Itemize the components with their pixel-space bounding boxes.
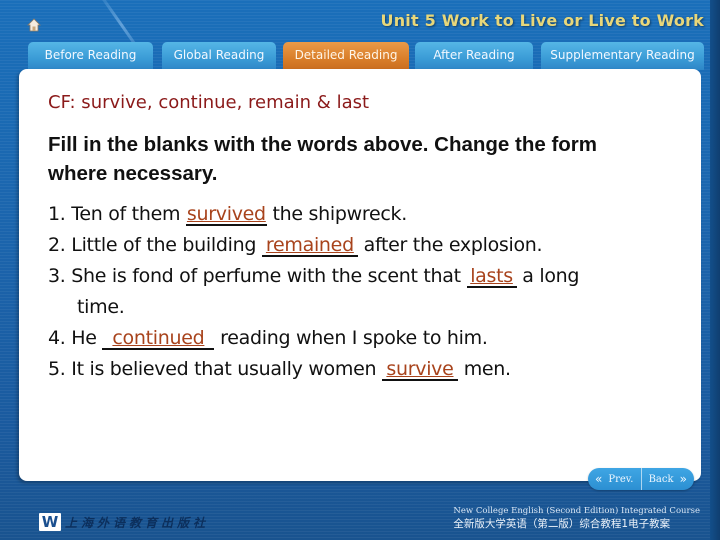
tab-supplementary-reading[interactable]: Supplementary Reading [541, 42, 704, 70]
item-number: 4. [48, 327, 66, 349]
exercise-item-5: 5. It is believed that usually women sur… [48, 354, 688, 385]
course-title-cn: 全新版大学英语（第二版）综合教程1电子教案 [453, 518, 671, 530]
w-logo-icon: W [39, 513, 61, 531]
section-tabs: Before Reading Global Reading Detailed R… [0, 42, 720, 70]
item-number: 3. [48, 265, 66, 287]
answer-text: survived [186, 203, 266, 225]
exercise-item-4: 4. He continued reading when I spoke to … [48, 323, 688, 354]
double-chevron-right-icon: » [679, 472, 687, 486]
cf-title: CF: survive, continue, remain & last [48, 92, 370, 113]
course-title-en: New College English (Second Edition) Int… [453, 506, 700, 516]
answer-blank[interactable]: lasts [466, 265, 517, 288]
item-text-before: He [71, 327, 103, 349]
right-rail [710, 0, 720, 540]
unit-title: Unit 5 Work to Live or Live to Work [380, 11, 704, 30]
tab-global-reading[interactable]: Global Reading [162, 42, 276, 70]
exercise-item-3-continuation: time. [77, 296, 125, 318]
instruction-text: Fill in the blanks with the words above.… [48, 133, 598, 185]
item-number: 5. [48, 358, 66, 380]
back-label: Back [648, 473, 674, 485]
item-number: 1. [48, 203, 66, 225]
answer-text: lasts [470, 265, 513, 287]
answer-blank[interactable]: survive [381, 358, 458, 381]
tab-after-reading[interactable]: After Reading [415, 42, 533, 70]
navigation-buttons: « Prev. Back » [588, 468, 694, 490]
double-chevron-left-icon: « [595, 472, 603, 486]
prev-label: Prev. [608, 473, 634, 485]
answer-blank[interactable]: remained [261, 234, 358, 257]
answer-text: survive [386, 358, 454, 380]
item-text-after: reading when I spoke to him. [214, 327, 488, 349]
answer-blank[interactable]: survived [185, 203, 267, 226]
home-icon[interactable] [27, 18, 41, 32]
item-text-after: after the explosion. [357, 234, 543, 256]
publisher-logo: W 上海外语教育出版社 [39, 513, 209, 531]
exercise-list: 1. Ten of them survived the shipwreck. 2… [48, 199, 688, 385]
item-text-before: Ten of them [71, 203, 186, 225]
exercise-item-3: 3. She is fond of perfume with the scent… [48, 261, 688, 292]
answer-text: remained [265, 234, 354, 256]
item-text-before: Little of the building [71, 234, 262, 256]
item-text-after: the shipwreck. [266, 203, 408, 225]
prev-button[interactable]: « Prev. [588, 468, 641, 490]
exercise-item-2: 2. Little of the building remained after… [48, 230, 688, 261]
item-text-after: men. [457, 358, 511, 380]
item-text-before: She is fond of perfume with the scent th… [71, 265, 467, 287]
item-text-after: a long [516, 265, 580, 287]
item-number: 2. [48, 234, 66, 256]
answer-text: continued [112, 327, 205, 349]
exercise-item-1: 1. Ten of them survived the shipwreck. [48, 199, 688, 230]
answer-blank[interactable]: continued [102, 327, 215, 350]
back-button[interactable]: Back » [640, 468, 695, 490]
tab-before-reading[interactable]: Before Reading [28, 42, 153, 70]
tab-detailed-reading[interactable]: Detailed Reading [283, 42, 409, 70]
publisher-name: 上海外语教育出版社 [65, 515, 210, 530]
item-text-before: It is believed that usually women [71, 358, 382, 380]
course-info: New College English (Second Edition) Int… [453, 505, 700, 531]
